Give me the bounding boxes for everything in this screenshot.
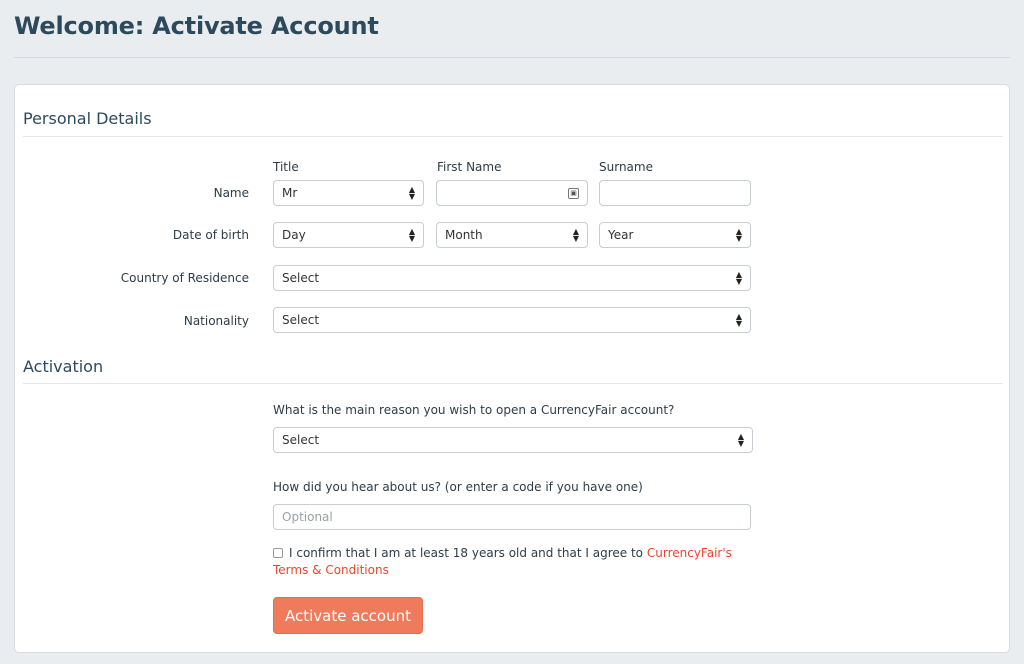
hear-input-placeholder: Optional: [282, 510, 333, 524]
contact-card-icon[interactable]: ▣: [568, 187, 579, 199]
activation-divider: [23, 383, 1003, 384]
dob-month-select[interactable]: Month ▲ ▼: [436, 222, 588, 248]
title-select[interactable]: Mr ▲ ▼: [273, 180, 424, 206]
confirm-text-block: I confirm that I am at least 18 years ol…: [273, 545, 733, 579]
hear-input[interactable]: Optional: [273, 504, 751, 530]
nationality-select-value: Select: [282, 313, 320, 327]
updown-arrows-icon: ▲ ▼: [572, 227, 579, 243]
nationality-label: Nationality: [183, 314, 249, 328]
dob-month-value: Month: [445, 228, 483, 242]
country-select[interactable]: Select ▲ ▼: [273, 265, 751, 291]
dob-year-select[interactable]: Year ▲ ▼: [599, 222, 751, 248]
activate-account-button[interactable]: Activate account: [273, 597, 423, 634]
updown-arrows-icon: ▲ ▼: [408, 227, 415, 243]
personal-details-heading: Personal Details: [23, 109, 152, 128]
activation-form-card: Personal Details Title First Name Surnam…: [14, 84, 1010, 653]
nationality-select[interactable]: Select ▲ ▼: [273, 307, 751, 333]
surname-column-label: Surname: [599, 160, 653, 174]
dob-year-value: Year: [608, 228, 634, 242]
reason-select-value: Select: [282, 433, 320, 447]
dob-label: Date of birth: [172, 228, 249, 242]
reason-question: What is the main reason you wish to open…: [273, 403, 675, 417]
first-name-column-label: First Name: [437, 160, 502, 174]
confirm-text: I confirm that I am at least 18 years ol…: [289, 546, 644, 560]
updown-arrows-icon: ▲ ▼: [408, 185, 415, 201]
title-column-label: Title: [273, 160, 299, 174]
country-select-value: Select: [282, 271, 320, 285]
reason-select[interactable]: Select ▲ ▼: [273, 427, 753, 453]
dob-day-select[interactable]: Day ▲ ▼: [273, 222, 424, 248]
updown-arrows-icon: ▲ ▼: [737, 432, 744, 448]
surname-input[interactable]: [599, 180, 751, 206]
activation-heading: Activation: [23, 357, 104, 376]
updown-arrows-icon: ▲ ▼: [735, 227, 742, 243]
page-title: Welcome: Activate Account: [14, 12, 379, 40]
country-label: Country of Residence: [120, 271, 249, 285]
title-divider: [14, 57, 1010, 58]
hear-question: How did you hear about us? (or enter a c…: [273, 480, 643, 494]
updown-arrows-icon: ▲ ▼: [735, 312, 742, 328]
dob-day-value: Day: [282, 228, 306, 242]
title-select-value: Mr: [282, 186, 298, 200]
updown-arrows-icon: ▲ ▼: [735, 270, 742, 286]
name-label: Name: [213, 186, 249, 200]
first-name-input[interactable]: ▣: [436, 180, 588, 206]
personal-details-divider: [23, 136, 1003, 137]
